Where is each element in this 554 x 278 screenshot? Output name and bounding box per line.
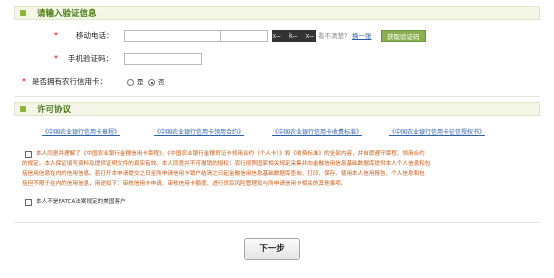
section-marker-icon (20, 106, 26, 112)
mobile-input[interactable] (124, 30, 226, 42)
get-code-button[interactable]: 获取验证码 (381, 30, 426, 42)
required-mark: * (54, 54, 58, 63)
section-divider (14, 222, 540, 223)
verify-section-header: 请输入验证信息 (14, 6, 540, 20)
agreement-links: 《中国农业银行信用卡章程》 《中国农业银行信用卡领用合约》 《中国农业银行信用卡… (14, 123, 540, 143)
has-card-row: * 是否拥有农行信用卡： 是 否 (14, 75, 540, 89)
agreement-link-fees[interactable]: 《中国农业银行信用卡收费标准》 (272, 127, 362, 136)
agree-terms-checkbox[interactable] (25, 151, 32, 158)
has-card-no-label: 否 (158, 78, 165, 86)
agree-terms-line-1: 本人同意并理解了《中国农业银行金穗信用卡章程》、《中国农业银行金穗贷记卡领用合约… (36, 151, 425, 157)
section-marker-icon (20, 10, 26, 16)
fatca-label: 本人不是FATCA法案规定的美国客户 (36, 199, 126, 205)
has-card-no-radio[interactable] (148, 79, 155, 86)
fatca-checkbox[interactable] (25, 199, 32, 206)
agreement-link-charter[interactable]: 《中国农业银行信用卡章程》 (42, 127, 120, 136)
agreement-link-credit-auth[interactable]: 《中国农业银行信用卡征信授权书》 (389, 127, 485, 136)
captcha-image: x̶ k̶ x̶ (272, 30, 316, 42)
mobile-label: 移动电话： (76, 31, 114, 40)
license-section-header: 许可协议 (14, 102, 540, 116)
sms-code-row: * 手机验证码： (14, 52, 540, 66)
agree-terms-line-3: 括信用信息在内的信用信息。若打开本申请提交之日至所申请信用卡销户结清之日起金融信… (22, 171, 425, 177)
has-card-yes-radio[interactable] (127, 79, 134, 86)
verify-section-title: 请输入验证信息 (37, 9, 97, 19)
section-divider (14, 96, 540, 97)
license-section-title: 许可协议 (37, 105, 72, 115)
required-mark: * (54, 31, 58, 40)
required-mark: * (22, 77, 26, 86)
has-card-yes-label: 是 (137, 78, 144, 86)
agree-terms-line-2: 的规定。本人保证填写资料及提供证明文件的真实有效。本人同意并不可撤销的授权：农行… (22, 161, 431, 167)
has-card-label: 是否拥有农行信用卡： (32, 77, 107, 86)
agreement-link-contract[interactable]: 《中国农业银行信用卡领用合约》 (154, 127, 244, 136)
mobile-row: * 移动电话： x̶ k̶ x̶ 看不清楚？ 换一张 获取验证码 (14, 29, 540, 43)
sms-code-label: 手机验证码： (68, 54, 113, 63)
captcha-input[interactable] (220, 30, 268, 42)
next-step-button[interactable]: 下一步 (244, 238, 300, 260)
captcha-refresh-link[interactable]: 换一张 (352, 29, 372, 43)
sms-code-input[interactable] (124, 53, 202, 65)
captcha-unclear-text: 看不清楚？ (318, 32, 351, 40)
agree-terms-line-4: 括但不限于在内的信用信息，用途如下：审核信用卡申请、审核信用卡额度、进行贷后风险… (22, 181, 347, 187)
